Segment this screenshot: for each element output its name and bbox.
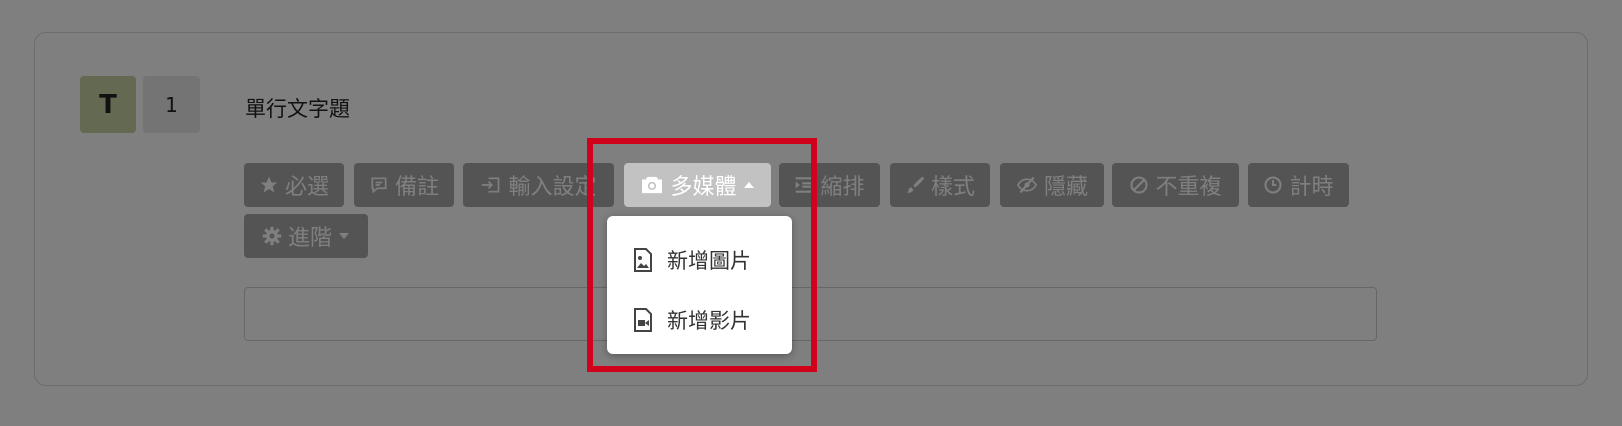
multimedia-button-focused[interactable]: 多媒體 xyxy=(624,163,771,207)
file-image-icon xyxy=(634,248,652,272)
file-video-icon xyxy=(634,308,652,332)
multimedia-label: 多媒體 xyxy=(670,175,737,200)
add-image-item[interactable]: 新增圖片 xyxy=(607,235,792,285)
modal-overlay xyxy=(0,0,1622,426)
add-video-label: 新增影片 xyxy=(667,309,751,333)
camera-icon xyxy=(642,176,663,194)
caret-up-icon xyxy=(743,182,754,188)
add-image-label: 新增圖片 xyxy=(667,249,751,273)
add-video-item[interactable]: 新增影片 xyxy=(607,295,792,345)
multimedia-dropdown: 新增圖片 新增影片 xyxy=(607,216,792,354)
